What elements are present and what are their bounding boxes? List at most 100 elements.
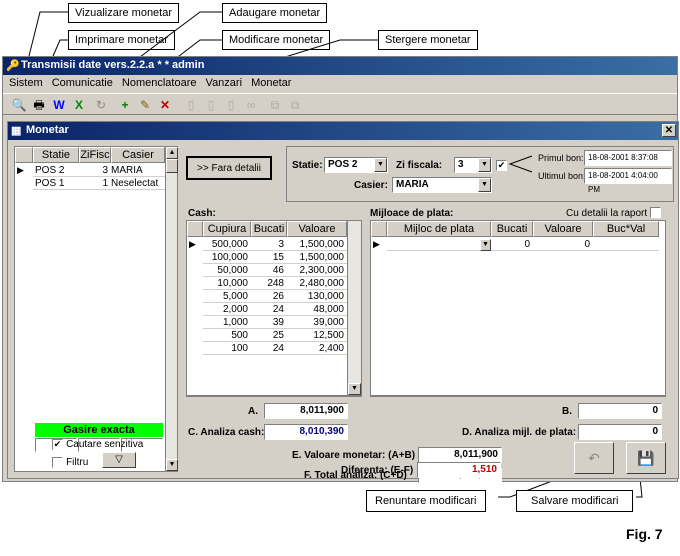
check-icon[interactable]: ✔ [52, 438, 63, 450]
table-row[interactable]: 248 [251, 278, 287, 290]
mijloace-label: Mijloace de plata: [370, 208, 454, 219]
table-row[interactable]: 100,000 [203, 252, 251, 264]
table-row[interactable]: 2,480,000 [287, 278, 347, 290]
table-row[interactable]: 50,000 [203, 265, 251, 277]
table-row[interactable]: 39,000 [287, 317, 347, 329]
excel-icon[interactable]: X [71, 97, 87, 113]
table-row[interactable]: 2,400 [287, 343, 347, 355]
table-row[interactable]: 500 [203, 330, 251, 342]
chevron-down-icon[interactable]: ▼ [478, 158, 491, 172]
table-row[interactable]: 24 [251, 343, 287, 355]
delete-icon[interactable]: ✕ [157, 97, 173, 113]
copy-icon[interactable]: ⧉ [267, 97, 283, 113]
binoculars-icon[interactable]: ∞ [243, 97, 259, 113]
main-window: 🔑 Transmisii date vers.2.2.a * * admin S… [2, 56, 679, 483]
app-title: Transmisii date vers.2.2.a * * admin [21, 59, 205, 71]
fara-detalii-button[interactable]: >> Fara detalii [186, 156, 272, 180]
print-icon[interactable]: 🖶 [31, 97, 47, 113]
table-row[interactable]: 0 [533, 239, 593, 251]
paste-icon[interactable]: ⧉ [287, 97, 303, 113]
table-row[interactable]: 15 [251, 252, 287, 264]
table-row[interactable]: 1,500,000 [287, 239, 347, 251]
table-row[interactable]: 39 [251, 317, 287, 329]
menu-comunicatie[interactable]: Comunicatie [52, 77, 113, 89]
detalii-raport-checkbox[interactable] [650, 207, 661, 218]
primul-field: 18-08-2001 8:37:08 AM [584, 150, 672, 176]
export-icon[interactable]: W [51, 97, 67, 113]
preview-icon[interactable]: 🔍 [11, 97, 27, 113]
table-row[interactable]: Neselectat [111, 178, 165, 190]
table-row[interactable]: MARIA [111, 165, 165, 177]
table-row[interactable]: 2,000 [203, 304, 251, 316]
pos-col-casier[interactable]: Casier [111, 147, 165, 163]
menu-vanzari[interactable]: Vanzari [206, 77, 242, 89]
cash-col-bucati[interactable]: Bucati [251, 221, 287, 237]
table-row[interactable]: POS 1 [33, 178, 79, 190]
table-row[interactable]: 2,300,000 [287, 265, 347, 277]
table-row[interactable]: 25 [251, 330, 287, 342]
mijloace-grid-corner [371, 221, 387, 237]
casier-combo[interactable]: MARIA ▼ [392, 177, 492, 193]
scroll-down-icon[interactable]: ▼ [348, 383, 361, 395]
chevron-down-icon[interactable]: ▼ [480, 239, 491, 251]
key-icon: 🔑 [6, 60, 20, 72]
table-row[interactable]: 0 [491, 239, 533, 251]
table-row[interactable]: 1,500,000 [287, 252, 347, 264]
add-icon[interactable]: + [117, 97, 133, 113]
menu-sistem[interactable]: Sistem [9, 77, 43, 89]
table-row[interactable] [593, 239, 659, 251]
mijloace-col-bucval[interactable]: Buc*Val [593, 221, 659, 237]
filtru-checkbox[interactable]: Filtru [52, 456, 88, 468]
table-row[interactable]: 12,500 [287, 330, 347, 342]
close-button[interactable]: ✕ [662, 124, 676, 137]
menu-monetar[interactable]: Monetar [251, 77, 291, 89]
refresh-icon[interactable]: ↻ [93, 97, 109, 113]
table-row[interactable]: ▼ [387, 239, 491, 251]
table-row[interactable]: 10,000 [203, 278, 251, 290]
menu-nomenclatoare[interactable]: Nomenclatoare [122, 77, 197, 89]
table-row[interactable]: 3 [79, 165, 111, 177]
undo-icon[interactable]: ↶ [574, 442, 614, 474]
table-row[interactable]: 46 [251, 265, 287, 277]
table-row[interactable]: 1 [79, 178, 111, 190]
table-row[interactable]: 24 [251, 304, 287, 316]
cash-col-valoare[interactable]: Valoare [287, 221, 347, 237]
chevron-down-icon[interactable]: ▼ [374, 158, 387, 172]
pos-col-zifisc[interactable]: ZiFisc [79, 147, 111, 163]
doc2-icon[interactable]: ▯ [203, 97, 219, 113]
analiza-c-label: C. Analiza cash: [188, 427, 265, 438]
mijloace-col-mijloc[interactable]: Mijloc de plata [387, 221, 491, 237]
statie-combo[interactable]: POS 2 ▼ [324, 157, 388, 173]
window-icon: ▦ [11, 125, 22, 137]
zi-combo[interactable]: 3 ▼ [454, 157, 492, 173]
cautare-checkbox[interactable]: ✔ Cautare senzitiva [52, 438, 143, 450]
cash-scrollbar[interactable]: ▼ [347, 221, 361, 395]
filter-icon[interactable]: ▽ [102, 452, 136, 468]
scroll-down-icon[interactable]: ▼ [166, 459, 178, 471]
pos-scrollbar[interactable]: ▲ ▼ [165, 147, 178, 471]
scroll-up-icon[interactable]: ▲ [166, 147, 178, 159]
cash-divider [186, 396, 362, 398]
unchecked-box[interactable] [52, 456, 63, 468]
doc3-icon[interactable]: ▯ [223, 97, 239, 113]
doc-icon[interactable]: ▯ [183, 97, 199, 113]
table-row[interactable]: 48,000 [287, 304, 347, 316]
save-icon[interactable]: 💾 [626, 442, 666, 474]
pos-col-statie[interactable]: Statie [33, 147, 79, 163]
table-row[interactable]: 100 [203, 343, 251, 355]
scroll-thumb[interactable] [166, 159, 178, 173]
table-row[interactable]: 26 [251, 291, 287, 303]
edit-icon[interactable]: ✎ [137, 97, 153, 113]
table-row[interactable]: 5,000 [203, 291, 251, 303]
table-row[interactable]: 3 [251, 239, 287, 251]
table-row[interactable]: 1,000 [203, 317, 251, 329]
table-row[interactable]: POS 2 [33, 165, 79, 177]
mijloace-col-bucati[interactable]: Bucati [491, 221, 533, 237]
table-row[interactable]: 500,000 [203, 239, 251, 251]
mijloace-col-valoare[interactable]: Valoare [533, 221, 593, 237]
casier-value: MARIA [396, 179, 429, 190]
zi-checkbox[interactable]: ✔ [496, 160, 507, 171]
cash-col-cupiura[interactable]: Cupiura [203, 221, 251, 237]
table-row[interactable]: 130,000 [287, 291, 347, 303]
chevron-down-icon[interactable]: ▼ [478, 178, 491, 192]
